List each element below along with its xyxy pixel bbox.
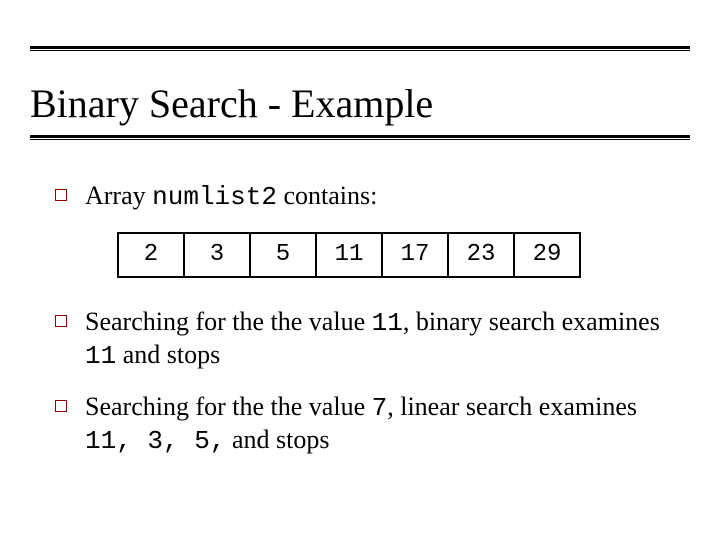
- title-double-rule: [30, 135, 690, 140]
- array-cell: 5: [250, 233, 316, 277]
- square-bullet-icon: [55, 400, 67, 412]
- array-diagram: 2 3 5 11 17 23 29: [117, 232, 680, 278]
- bullet-text: Searching for the the value 7, linear se…: [85, 391, 680, 458]
- bullet-item: Searching for the the value 11, binary s…: [55, 306, 680, 373]
- array-cell: 23: [448, 233, 514, 277]
- array-cell: 3: [184, 233, 250, 277]
- square-bullet-icon: [55, 189, 67, 201]
- square-bullet-icon: [55, 315, 67, 327]
- bullet-text: Array numlist2 contains:: [85, 180, 680, 214]
- title-block: Binary Search - Example: [30, 80, 690, 140]
- bullet-item: Array numlist2 contains:: [55, 180, 680, 214]
- slide: Binary Search - Example Array numlist2 c…: [0, 0, 720, 540]
- bullet-text: Searching for the the value 11, binary s…: [85, 306, 680, 373]
- array-cell: 11: [316, 233, 382, 277]
- bullet-item: Searching for the the value 7, linear se…: [55, 391, 680, 458]
- array-cell: 17: [382, 233, 448, 277]
- content-area: Array numlist2 contains: 2 3 5 11 17 23 …: [55, 180, 680, 476]
- top-double-rule: [30, 46, 690, 51]
- array-cell: 2: [118, 233, 184, 277]
- slide-title: Binary Search - Example: [30, 80, 690, 127]
- array-table: 2 3 5 11 17 23 29: [117, 232, 581, 278]
- array-cell: 29: [514, 233, 580, 277]
